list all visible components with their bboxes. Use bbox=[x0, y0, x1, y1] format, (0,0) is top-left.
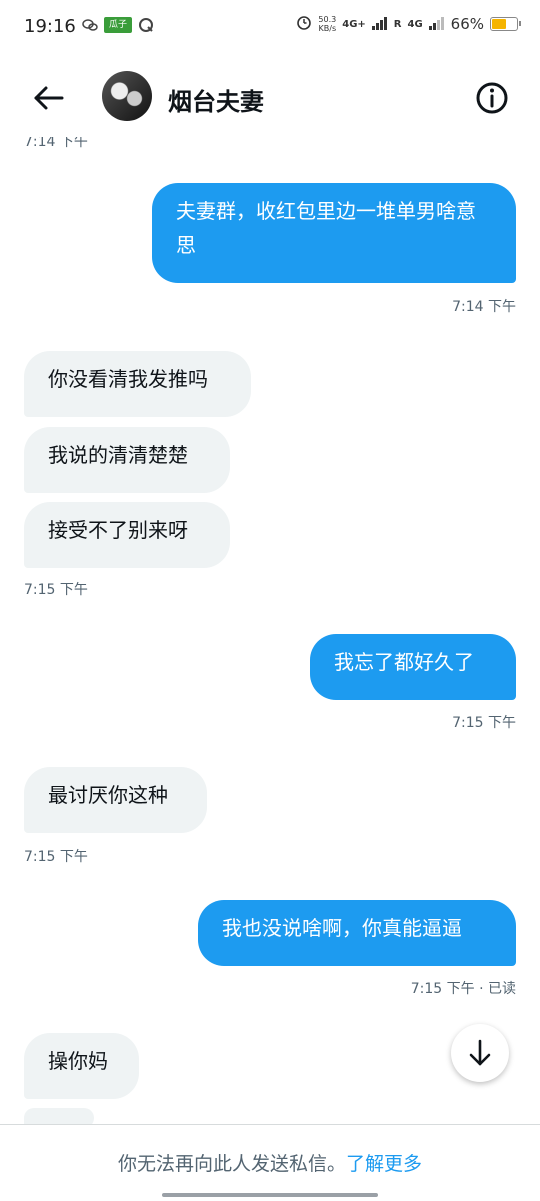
signal-1-label: 4G+ bbox=[342, 18, 366, 30]
learn-more-link[interactable]: 了解更多 bbox=[346, 1153, 422, 1175]
back-button[interactable] bbox=[28, 78, 68, 118]
info-button[interactable] bbox=[472, 78, 512, 118]
message-bubble-incoming[interactable]: 我说的清清楚楚 bbox=[24, 427, 230, 493]
battery-percent: 66% bbox=[450, 15, 484, 33]
message-bubble-incoming[interactable]: 最讨厌你这种 bbox=[24, 767, 207, 833]
arrow-down-icon bbox=[469, 1039, 491, 1066]
home-indicator[interactable] bbox=[162, 1193, 378, 1197]
network-speed: 50.3 KB/s bbox=[318, 15, 336, 33]
signal-bars-icon bbox=[371, 15, 388, 34]
avatar[interactable] bbox=[102, 71, 152, 121]
message-bubble-incoming[interactable]: 操你妈 bbox=[24, 1033, 139, 1099]
message-timestamp: 7:15 下午 bbox=[452, 715, 516, 731]
chat-header: 烟台夫妻 bbox=[0, 60, 540, 134]
info-icon bbox=[476, 82, 508, 114]
status-time: 19:16 bbox=[24, 16, 76, 37]
signal-bars-2-icon bbox=[428, 15, 445, 34]
notification-icons: 瓜子 bbox=[82, 17, 154, 33]
footer-notice: 你无法再向此人发送私信。了解更多 bbox=[0, 1149, 540, 1176]
battery-icon bbox=[490, 17, 521, 31]
earlier-timestamp-cut: 7:14 下午 bbox=[24, 134, 88, 150]
wechat-icon bbox=[82, 17, 98, 33]
network-speed-unit: KB/s bbox=[318, 24, 337, 33]
roaming-label: R bbox=[393, 18, 402, 30]
message-timestamp: 7:15 下午 bbox=[24, 582, 88, 598]
network-speed-value: 50.3 bbox=[318, 15, 337, 24]
message-timestamp: 7:14 下午 bbox=[452, 299, 516, 315]
status-bar: 19:16 瓜子 50.3 KB/s 4G+ R 4G 66% bbox=[0, 0, 540, 56]
message-timestamp: 7:15 下午 bbox=[24, 849, 88, 865]
message-bubble-incoming[interactable]: 接受不了别来呀 bbox=[24, 502, 230, 568]
scroll-to-bottom-button[interactable] bbox=[451, 1024, 509, 1082]
signal-2-label: 4G bbox=[407, 18, 423, 30]
back-arrow-icon bbox=[34, 86, 64, 110]
browser-icon bbox=[138, 17, 154, 33]
footer-notice-text: 你无法再向此人发送私信。 bbox=[117, 1153, 346, 1175]
message-bubble-outgoing[interactable]: 夫妻群，收红包里边一堆单男啥意思 bbox=[152, 183, 516, 283]
message-bubble-incoming[interactable]: 你没看清我发推吗 bbox=[24, 351, 251, 417]
status-right: 50.3 KB/s 4G+ R 4G 66% bbox=[296, 14, 521, 34]
dm-disabled-footer: 你无法再向此人发送私信。了解更多 bbox=[0, 1124, 540, 1201]
guazi-app-icon: 瓜子 bbox=[104, 17, 132, 33]
message-timestamp-read: 7:15 下午 · 已读 bbox=[410, 981, 516, 997]
message-bubble-outgoing[interactable]: 我忘了都好久了 bbox=[310, 634, 516, 700]
alarm-icon bbox=[296, 14, 312, 34]
message-bubble-outgoing[interactable]: 我也没说啥啊，你真能逼逼 bbox=[198, 900, 516, 966]
chat-title[interactable]: 烟台夫妻 bbox=[168, 82, 264, 117]
